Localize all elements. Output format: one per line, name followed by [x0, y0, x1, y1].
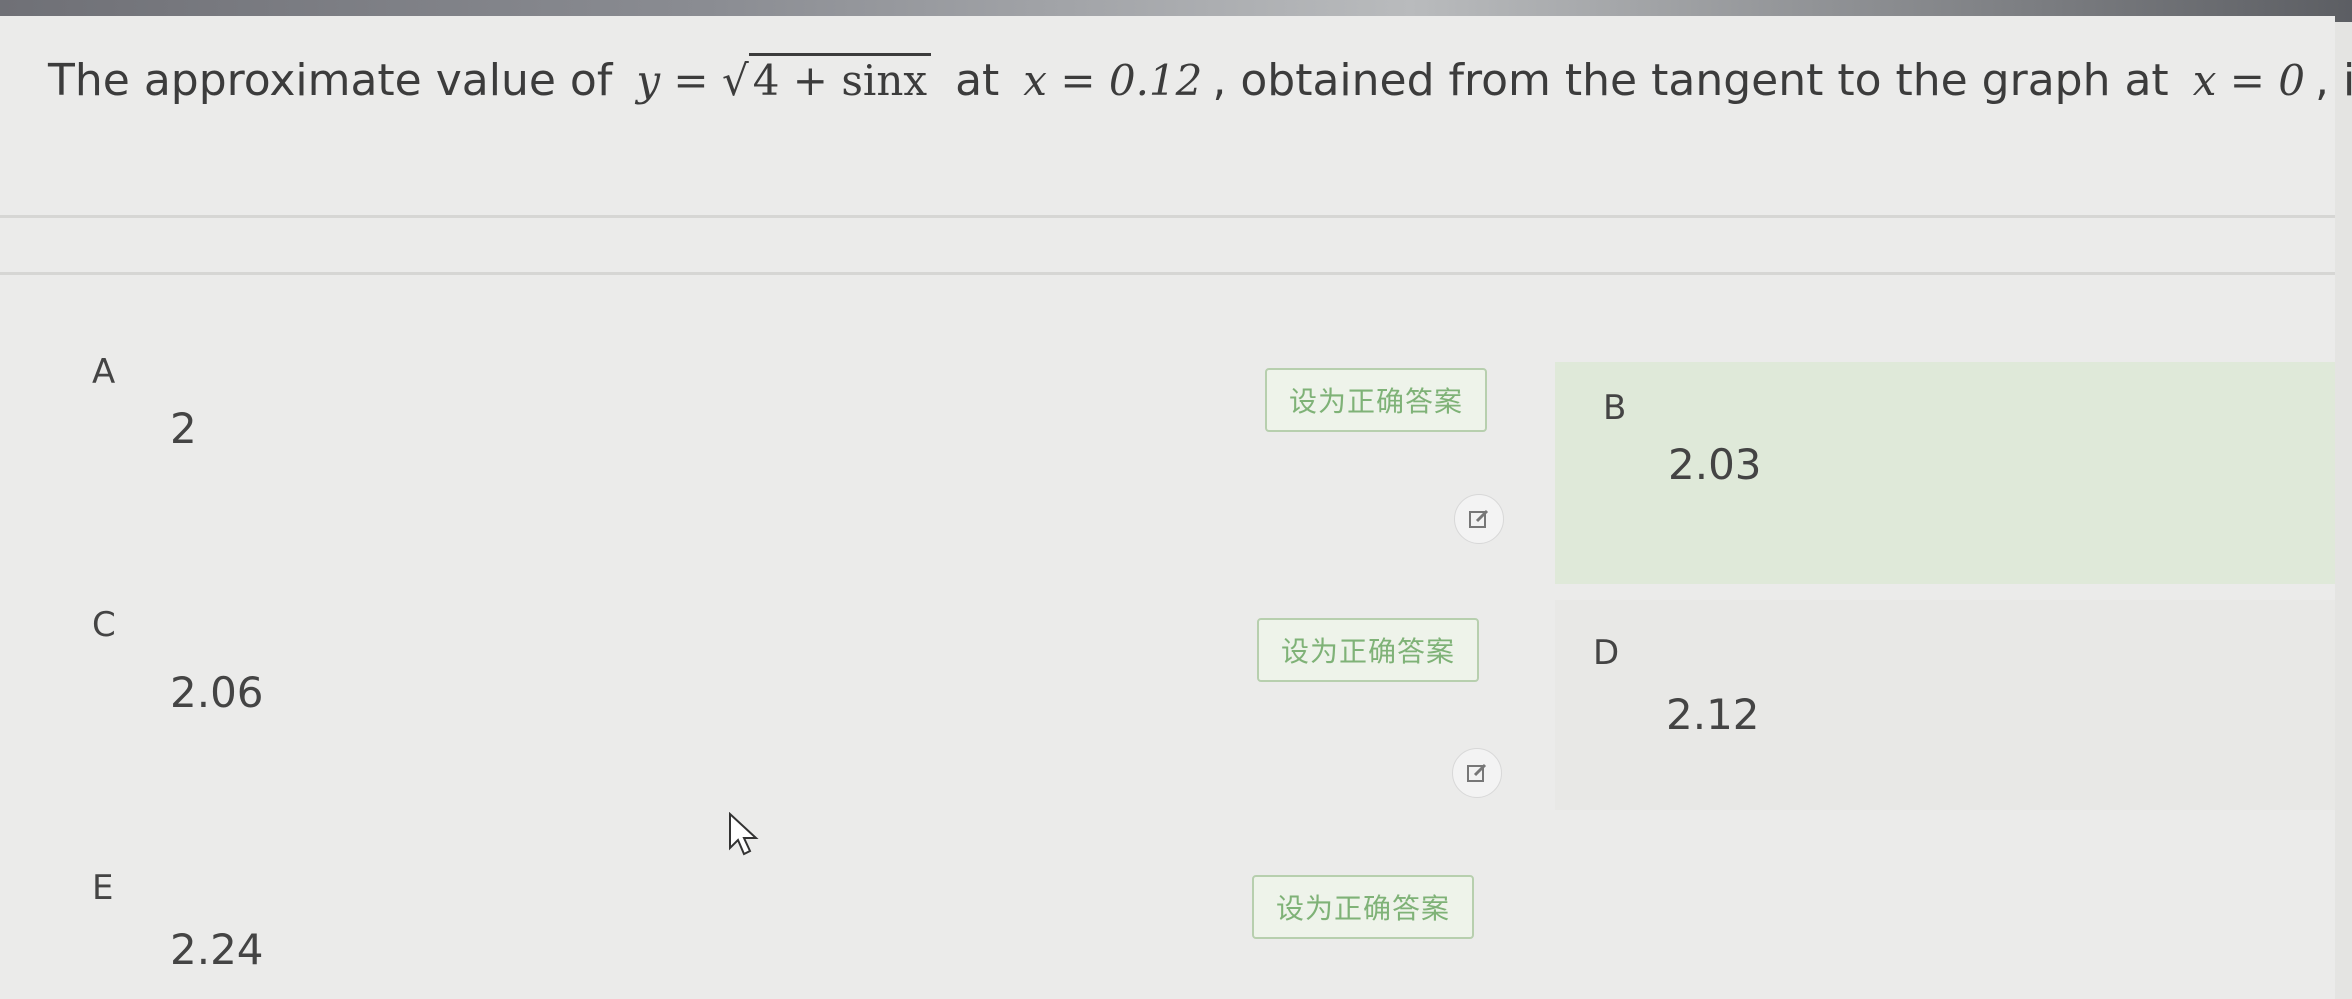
question-end: , is	[2315, 54, 2352, 106]
option-b-letter: B	[1603, 388, 1627, 428]
edit-icon	[1469, 509, 1489, 528]
question-prefix: The approximate value of	[48, 54, 613, 106]
option-a-letter: A	[92, 352, 116, 392]
separator-options	[0, 272, 2335, 275]
option-e-letter: E	[92, 868, 114, 908]
option-c-value: 2.06	[170, 668, 264, 717]
option-d-letter: D	[1593, 633, 1620, 673]
question-suffix: , obtained from the tangent to the graph…	[1212, 54, 2169, 106]
formula-y-lhs: y =	[636, 55, 709, 105]
mouse-cursor-icon	[729, 812, 759, 856]
edit-option-a-button[interactable]	[1454, 494, 1504, 544]
question-mid: at	[955, 54, 1000, 106]
formula-y: y = √4 + sinx	[636, 52, 932, 105]
edit-icon	[1467, 763, 1487, 782]
question-text: The approximate value of y = √4 + sinx a…	[48, 52, 2352, 106]
edit-option-c-button[interactable]	[1452, 748, 1502, 798]
formula-radicand: 4 + sinx	[748, 52, 932, 105]
option-b-value: 2.03	[1668, 440, 1762, 489]
separator-top	[0, 215, 2335, 218]
square-root: √4 + sinx	[722, 52, 932, 105]
set-correct-answer-c-button[interactable]: 设为正确答案	[1257, 618, 1480, 682]
option-a-value: 2	[170, 404, 197, 453]
option-d-value: 2.12	[1666, 690, 1760, 739]
option-c-letter: C	[92, 605, 116, 645]
set-correct-answer-e-button[interactable]: 设为正确答案	[1252, 875, 1475, 939]
option-e-value: 2.24	[170, 925, 264, 974]
formula-x1: x = 0.12	[1023, 55, 1203, 105]
formula-x2: x = 0	[2192, 55, 2305, 105]
set-correct-answer-a-button[interactable]: 设为正确答案	[1265, 368, 1488, 432]
